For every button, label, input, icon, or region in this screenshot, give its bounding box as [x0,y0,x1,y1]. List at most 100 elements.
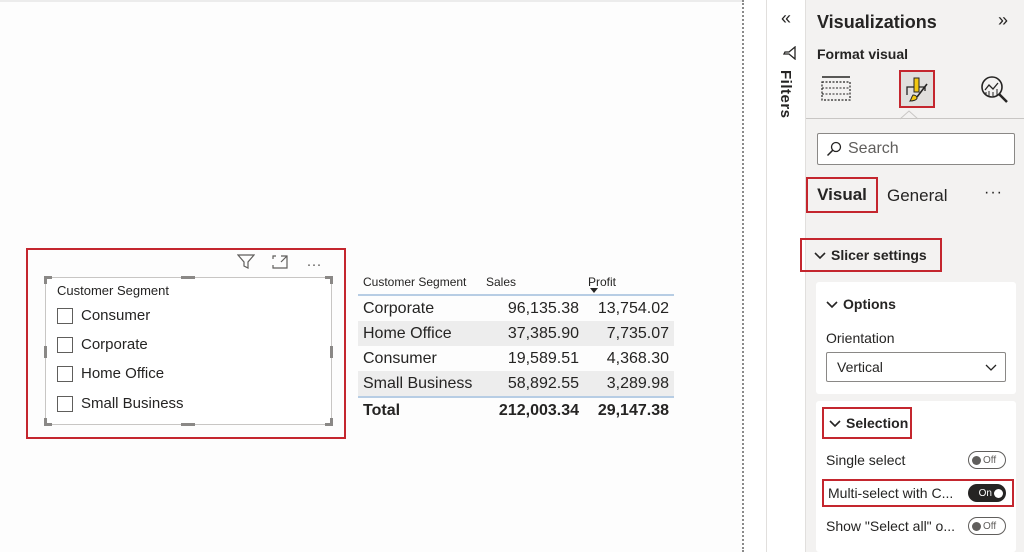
slicer-item-small-business[interactable]: Small Business [57,395,184,412]
slicer-item-corporate[interactable]: Corporate [57,336,148,353]
orientation-label: Orientation [826,330,895,346]
section-label: Slicer settings [831,247,927,263]
checkbox[interactable] [57,307,73,324]
analytics-button[interactable] [976,70,1012,108]
toggle-label: Multi-select with C... [828,485,954,501]
more-options-icon[interactable]: ··· [304,256,324,273]
expand-pane-icon[interactable]: » [998,10,1008,31]
toggle-knob [972,455,981,465]
options-header[interactable]: Options [826,296,896,312]
checkbox[interactable] [57,395,73,412]
show-select-all-row: Show "Select all" o... Off [826,517,1006,535]
checkbox[interactable] [57,365,73,382]
format-paintbrush-icon [906,77,928,102]
toggle-knob [972,521,981,531]
report-canvas[interactable]: ··· Customer Segment Consumer Corporate … [0,0,742,552]
cell: 58,892.55 [507,374,579,392]
slicer-header-icons: ··· [236,254,324,274]
canvas-divider [742,0,744,552]
focus-mode-icon[interactable] [270,254,290,274]
build-visual-button[interactable] [818,70,854,108]
cell: 7,735.07 [606,324,669,342]
toggle-knob [994,488,1003,498]
slicer-item-label: Small Business [81,395,184,412]
selection-card: Selection Single select Off Multi-select… [816,401,1016,552]
tab-visual[interactable]: Visual [806,177,878,213]
cell: 13,754.02 [597,299,669,317]
slicer-item-consumer[interactable]: Consumer [57,307,150,324]
resize-handle[interactable] [330,276,333,284]
column-header-profit[interactable]: Profit [579,275,674,289]
multi-select-ctrl-toggle[interactable]: On [968,484,1006,502]
format-visual-button[interactable] [899,70,935,108]
single-select-row: Single select Off [826,451,1006,469]
toggle-label: Show "Select all" o... [826,518,956,534]
slicer-item-home-office[interactable]: Home Office [57,365,164,382]
toggle-state: On [978,487,992,499]
cell: 4,368.30 [606,349,669,367]
table-row[interactable]: Consumer 19,589.51 4,368.30 [358,346,674,371]
multi-select-ctrl-row: Multi-select with C... On [822,479,1014,507]
search-icon [826,141,842,157]
filters-label[interactable]: Filters [777,70,794,119]
slicer-title: Customer Segment [57,283,169,298]
cell: 212,003.34 [498,402,579,419]
slicer-item-label: Consumer [81,307,151,324]
cell: Corporate [363,299,435,317]
resize-handle[interactable] [330,418,333,426]
cell: 37,385.90 [507,324,579,342]
collapse-filters-icon[interactable]: « [781,8,791,29]
table-header: Customer Segment Sales Profit [358,270,674,296]
filters-pane[interactable]: « Filters [766,0,806,552]
toggle-state: Off [983,454,997,466]
dropdown-value: Vertical [837,359,883,375]
filter-icon [778,45,796,61]
single-select-toggle[interactable]: Off [968,451,1006,469]
resize-handle[interactable] [181,423,195,426]
table-row[interactable]: Corporate 96,135.38 13,754.02 [358,296,674,321]
tab-general[interactable]: General [887,186,947,206]
options-card: Options Orientation Vertical [816,282,1016,394]
build-visual-icon [821,76,851,101]
cell: 19,589.51 [507,349,579,367]
analytics-magnifier-icon [981,76,1008,103]
visualizations-pane: Visualizations » Format visual Search Vi… [800,0,1024,552]
cell: 3,289.98 [606,374,669,392]
resize-handle[interactable] [44,346,47,358]
slicer-item-label: Home Office [81,365,165,382]
chevron-down-icon [814,247,826,263]
toggle-label: Single select [826,452,906,468]
slicer-item-label: Corporate [81,336,148,353]
resize-handle[interactable] [44,418,47,426]
cell: Small Business [363,374,473,392]
resize-handle[interactable] [44,276,47,284]
toggle-state: Off [983,520,997,532]
options-label: Options [843,296,896,312]
format-visual-label: Format visual [817,46,909,62]
cell: 29,147.38 [597,402,669,419]
cell: Total [363,402,401,419]
table-visual[interactable]: Customer Segment Sales Profit Corporate … [358,270,674,424]
cell: Home Office [363,324,452,342]
resize-handle[interactable] [181,276,195,279]
more-options-button[interactable]: ··· [984,184,1003,202]
show-select-all-toggle[interactable]: Off [968,517,1006,535]
checkbox[interactable] [57,336,73,353]
chevron-down-icon [826,296,838,312]
chevron-down-icon [985,359,997,375]
search-placeholder: Search [848,140,899,157]
orientation-dropdown[interactable]: Vertical [826,352,1006,382]
column-header-sales[interactable]: Sales [482,275,579,289]
search-input[interactable]: Search [817,133,1015,165]
table-row[interactable]: Small Business 58,892.55 3,289.98 [358,371,674,396]
selection-label: Selection [846,415,909,431]
resize-handle[interactable] [330,346,333,358]
slicer-settings-section[interactable]: Slicer settings [800,238,942,272]
column-header-segment[interactable]: Customer Segment [358,275,482,289]
pane-divider [806,118,1024,119]
filter-icon[interactable] [236,254,256,274]
sort-descending-icon [590,288,598,293]
selection-header[interactable]: Selection [822,407,912,439]
pane-title: Visualizations [817,12,937,32]
table-row[interactable]: Home Office 37,385.90 7,735.07 [358,321,674,346]
